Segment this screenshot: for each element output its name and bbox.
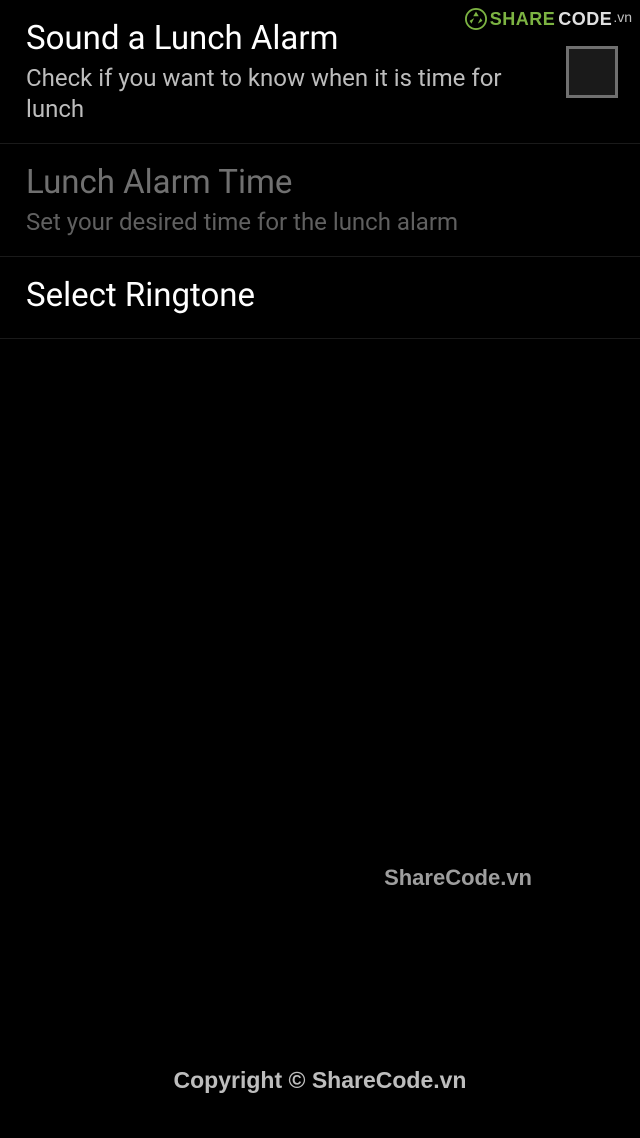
sound-alarm-checkbox[interactable] <box>566 46 618 98</box>
recycle-icon <box>465 8 487 30</box>
setting-title: Lunch Alarm Time <box>26 162 598 205</box>
setting-text: Lunch Alarm Time Set your desired time f… <box>26 162 614 238</box>
settings-list: Sound a Lunch Alarm Check if you want to… <box>0 0 640 339</box>
logo-text-vn: .vn <box>613 9 632 25</box>
watermark-center: ShareCode.vn <box>384 865 532 891</box>
setting-text: Sound a Lunch Alarm Check if you want to… <box>26 18 566 125</box>
setting-title: Select Ringtone <box>26 275 598 318</box>
copyright-text: Copyright © ShareCode.vn <box>0 1067 640 1094</box>
setting-text: Select Ringtone <box>26 275 614 320</box>
setting-subtitle: Set your desired time for the lunch alar… <box>26 207 598 238</box>
setting-subtitle: Check if you want to know when it is tim… <box>26 63 550 125</box>
watermark-logo: SHARECODE.vn <box>465 8 632 30</box>
setting-ringtone[interactable]: Select Ringtone <box>0 257 640 339</box>
setting-alarm-time: Lunch Alarm Time Set your desired time f… <box>0 144 640 257</box>
logo-text-share: SHARE <box>490 9 556 30</box>
logo-text-code: CODE <box>558 9 612 30</box>
